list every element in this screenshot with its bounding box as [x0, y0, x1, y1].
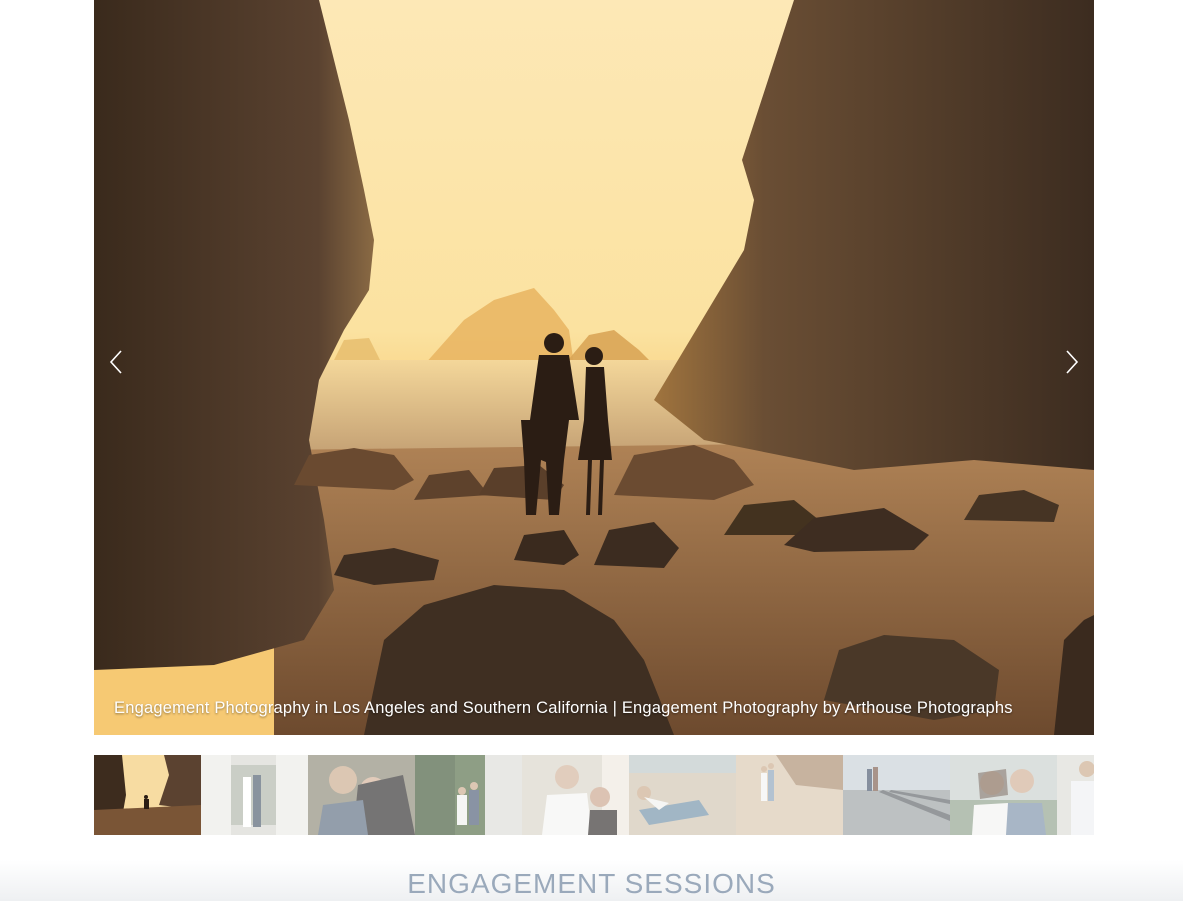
- thumbnail-couple-by-hedge-wall[interactable]: [415, 755, 522, 835]
- thumbnail-couple-portrait-outdoors[interactable]: [950, 755, 1057, 835]
- thumbnail-couple-embrace-closeup[interactable]: [308, 755, 415, 835]
- next-slide-button[interactable]: [1054, 344, 1090, 380]
- thumbnail-sunset-beach-cliffs[interactable]: [94, 755, 201, 835]
- previous-slide-button[interactable]: [98, 344, 134, 380]
- thumbnail-couple-on-beach[interactable]: [736, 755, 843, 835]
- engagement-photo: [94, 0, 1094, 735]
- section-title: ENGAGEMENT SESSIONS: [407, 868, 776, 899]
- photo-slideshow[interactable]: Engagement Photography in Los Angeles an…: [94, 0, 1094, 735]
- thumbnail-couple-lying-on-sand[interactable]: [629, 755, 736, 835]
- thumbnail-man-partial-crop[interactable]: [1057, 755, 1094, 835]
- chevron-left-icon: [109, 350, 122, 374]
- slide-caption: Engagement Photography in Los Angeles an…: [114, 699, 1013, 717]
- thumbnail-couple-smiling-closeup[interactable]: [522, 755, 629, 835]
- thumbnail-couple-in-white-archway[interactable]: [201, 755, 308, 835]
- chevron-right-icon: [1066, 350, 1079, 374]
- thumbnail-strip[interactable]: [94, 755, 1094, 835]
- thumbnail-couple-on-railroad-tracks[interactable]: [843, 755, 950, 835]
